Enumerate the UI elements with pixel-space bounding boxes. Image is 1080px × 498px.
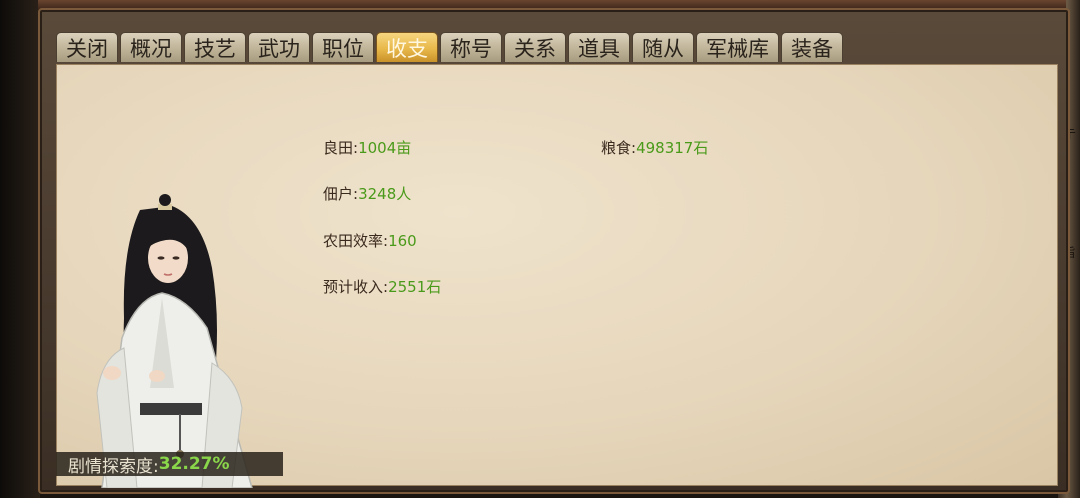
tab-items[interactable]: 道具 [568,32,630,62]
tab-armory[interactable]: 军械库 [696,32,779,62]
stat-value: 498317石 [636,139,709,157]
tab-skills[interactable]: 技艺 [184,32,246,62]
stat-income: 预计收入:2551石 [323,276,441,297]
stat-fields: 良田:1004亩 [323,137,411,158]
tab-overview[interactable]: 概况 [120,32,182,62]
stat-value: 1004亩 [358,139,412,157]
progress-value: 32.27% [158,454,230,474]
stat-label: 农田效率: [323,232,389,250]
tab-relations[interactable]: 关系 [504,32,566,62]
tab-equipment[interactable]: 装备 [781,32,843,62]
stat-value: 3248人 [358,185,412,203]
stat-value: 160 [388,232,417,250]
stat-tenants: 佃户:3248人 [323,183,411,204]
stat-label: 预计收入: [323,278,389,296]
left-background-edge [0,0,40,498]
stat-label: 粮食: [601,139,637,157]
tab-bar: 关闭 概况 技艺 武功 职位 收支 称号 关系 道具 随从 军械库 装备 [56,32,843,64]
tab-income-expense[interactable]: 收支 [376,32,438,62]
tab-position[interactable]: 职位 [312,32,374,62]
progress-label: 剧情探索度: [68,456,159,477]
stat-efficiency: 农田效率:160 [323,230,417,251]
tab-titles[interactable]: 称号 [440,32,502,62]
character-portrait [96,194,253,488]
stat-label: 佃户: [323,185,359,203]
stat-grain: 粮食:498317石 [601,137,708,158]
stat-value: 2551石 [388,278,442,296]
stat-label: 良田: [323,139,359,157]
tab-close[interactable]: 关闭 [56,32,118,62]
story-progress-bar: 剧情探索度: 32.27% [56,452,283,477]
tab-martial-arts[interactable]: 武功 [248,32,310,62]
tab-followers[interactable]: 随从 [632,32,694,62]
